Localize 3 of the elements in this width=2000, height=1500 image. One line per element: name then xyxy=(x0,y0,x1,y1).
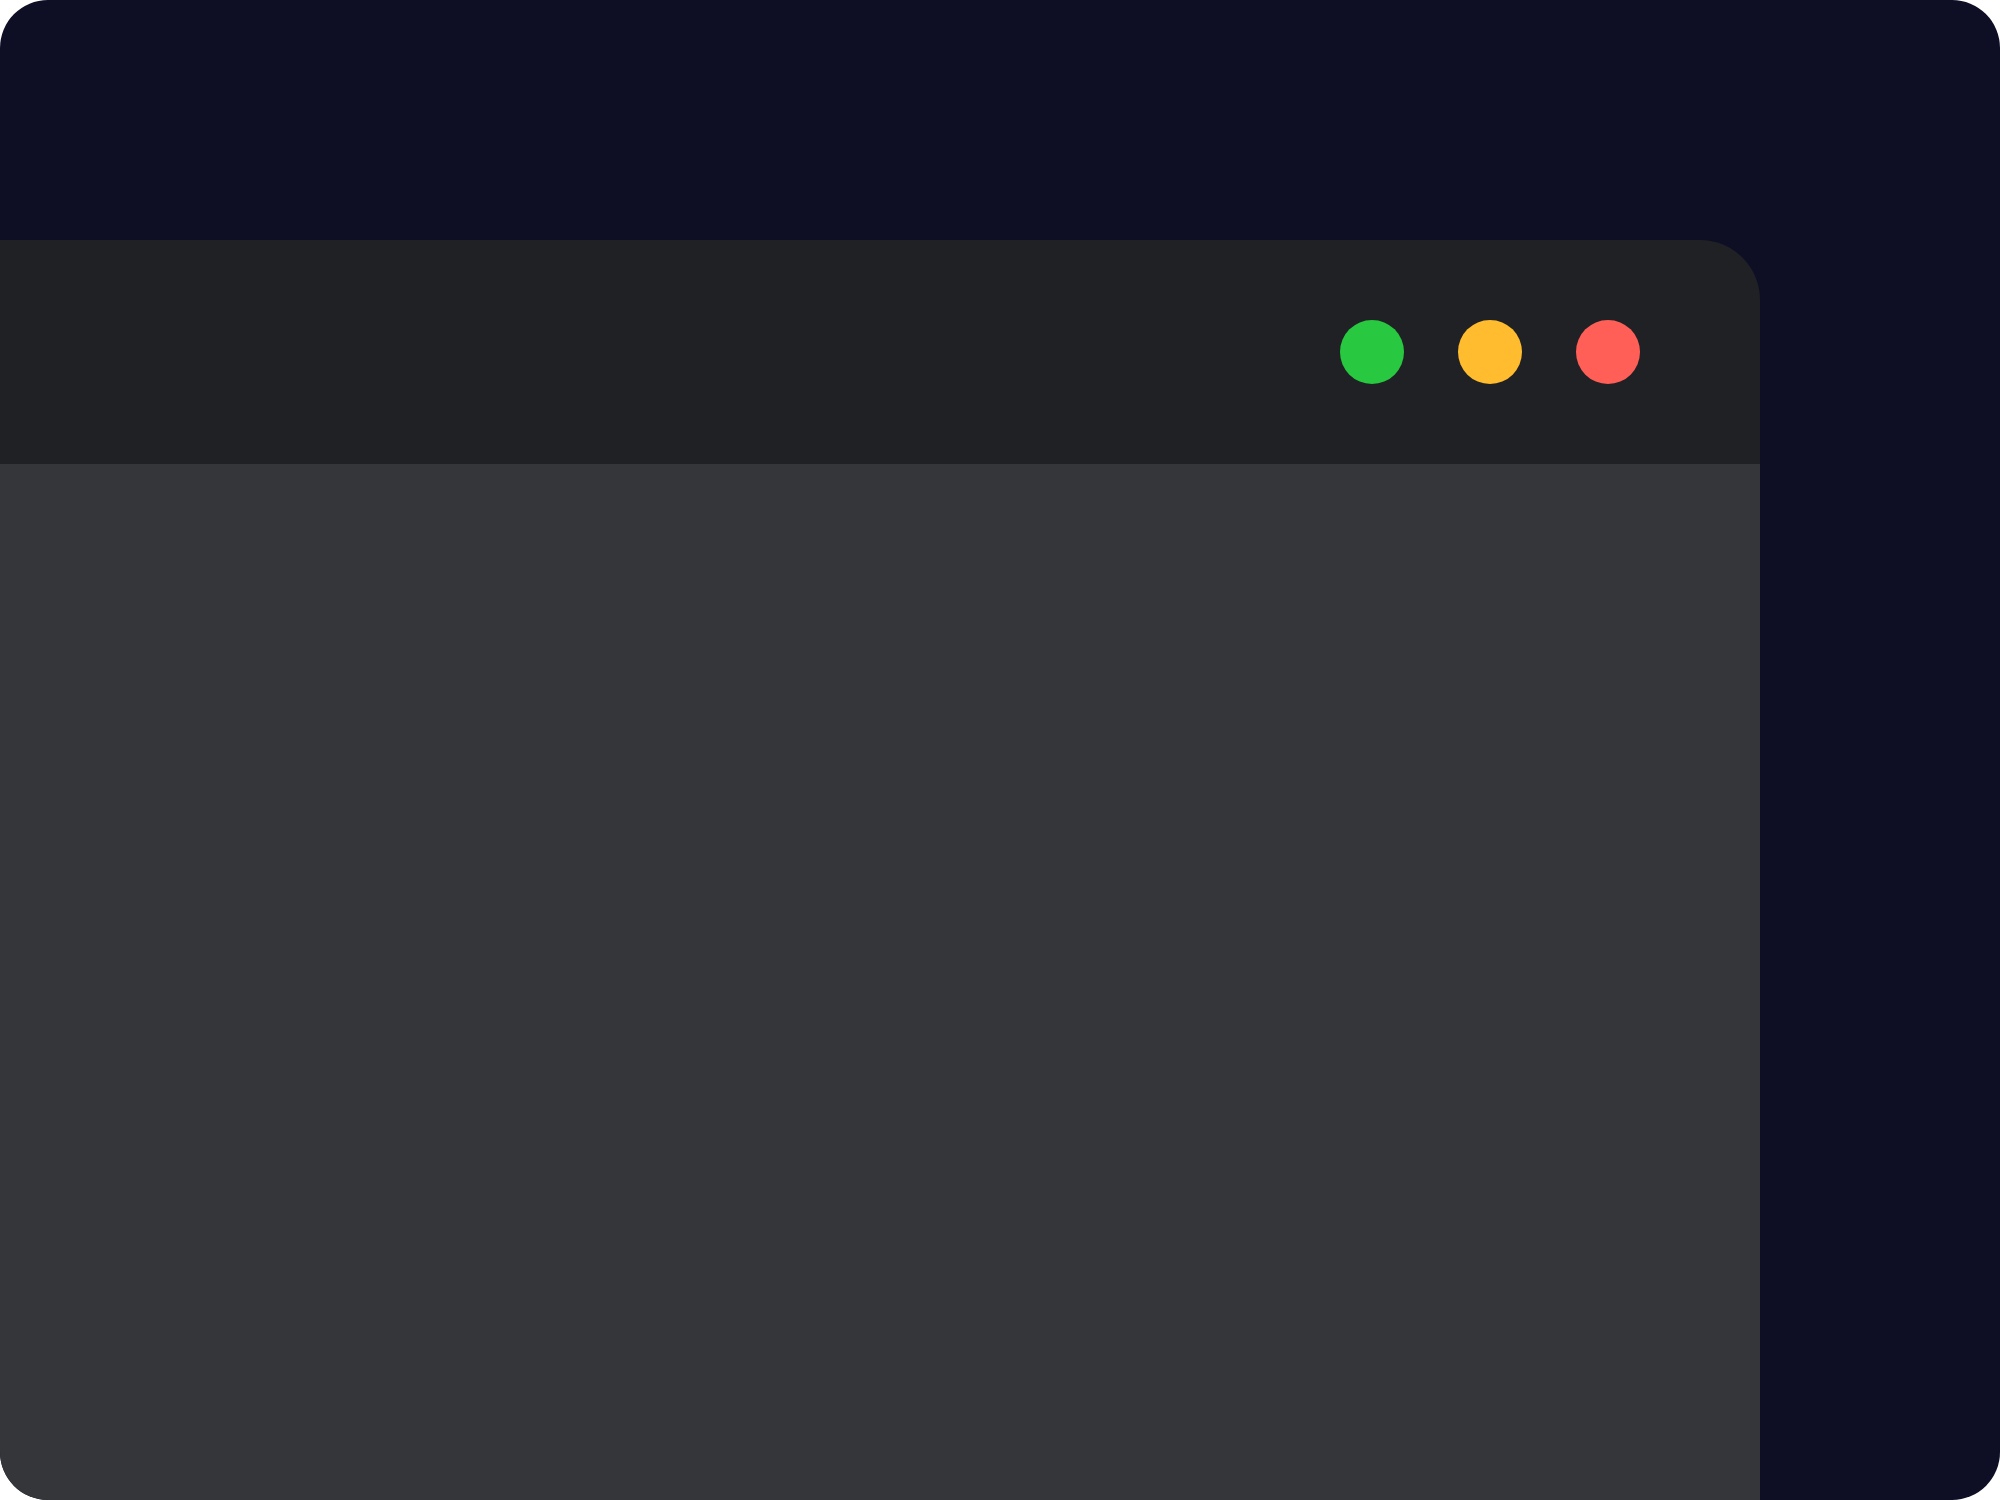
window-button[interactable] xyxy=(1458,320,1522,384)
window-button[interactable] xyxy=(1576,320,1640,384)
window-button[interactable] xyxy=(1340,320,1404,384)
